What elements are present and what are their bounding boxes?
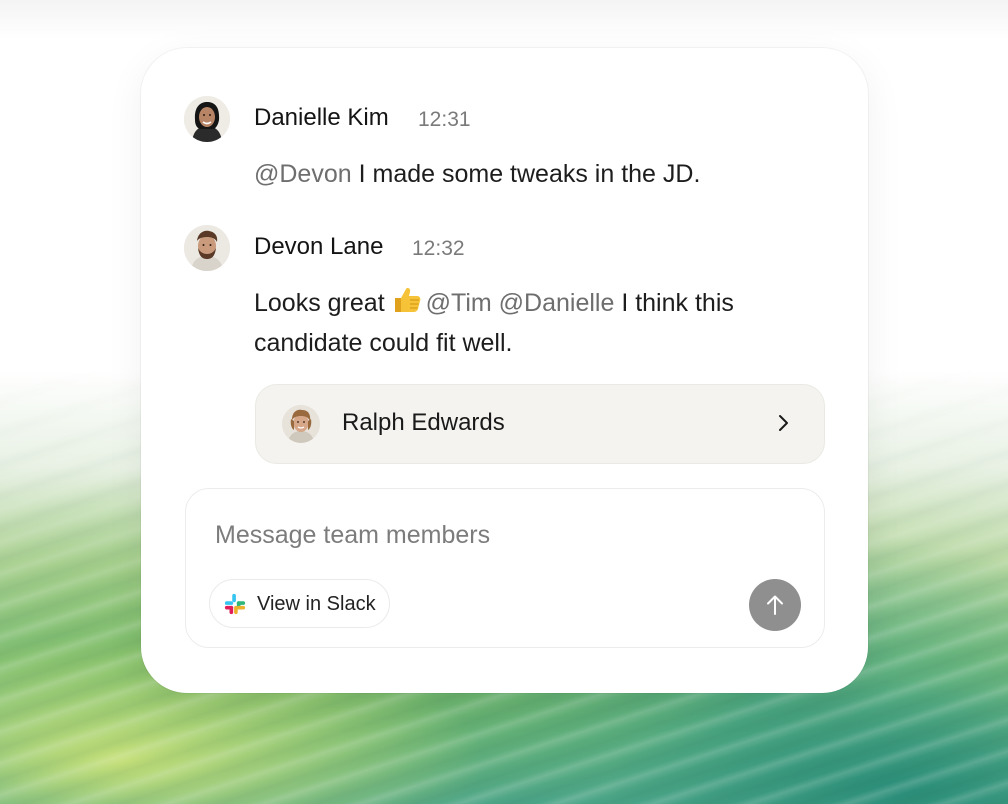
- message-text-continued: candidate could fit well.: [254, 329, 513, 357]
- slack-logo-icon: [224, 593, 246, 615]
- send-button[interactable]: [749, 579, 801, 631]
- thumbs-up-emoji-icon: [392, 286, 422, 314]
- message-author-name[interactable]: Danielle Kim: [254, 104, 389, 132]
- view-in-slack-label: View in Slack: [257, 593, 376, 615]
- message-timestamp: 12:32: [412, 237, 465, 260]
- message-input[interactable]: [215, 515, 775, 555]
- chevron-right-icon: [779, 415, 788, 431]
- danielle-kim-avatar[interactable]: [184, 96, 230, 142]
- chat-card: Danielle Kim 12:31 @Devon I made some tw…: [141, 48, 868, 693]
- woman-avatar-icon: [184, 96, 230, 142]
- candidate-avatar: [282, 405, 320, 443]
- message-composer: View in Slack: [185, 488, 825, 648]
- message-body: I made some tweaks in the JD.: [351, 160, 701, 188]
- message-text: @Devon I made some tweaks in the JD.: [254, 154, 700, 194]
- message-author-name[interactable]: Devon Lane: [254, 233, 383, 261]
- mention-link[interactable]: @Devon: [254, 160, 352, 188]
- candidate-card[interactable]: Ralph Edwards: [255, 384, 825, 464]
- devon-lane-avatar[interactable]: [184, 225, 230, 271]
- mention-link[interactable]: @Tim: [426, 289, 492, 317]
- candidate-name: Ralph Edwards: [342, 409, 505, 436]
- bearded-man-avatar-icon: [184, 225, 230, 271]
- message-text: Looks great @Tim @Danielle I think this: [254, 283, 734, 323]
- background-top-fade: [0, 0, 1008, 40]
- mention-link[interactable]: @Danielle: [499, 289, 615, 317]
- man-avatar-icon: [282, 405, 320, 443]
- message-body: Looks great: [254, 289, 392, 317]
- arrow-up-icon: [767, 595, 783, 615]
- view-in-slack-button[interactable]: View in Slack: [209, 579, 390, 628]
- message-body: I think this: [614, 289, 734, 317]
- message-timestamp: 12:31: [418, 108, 471, 131]
